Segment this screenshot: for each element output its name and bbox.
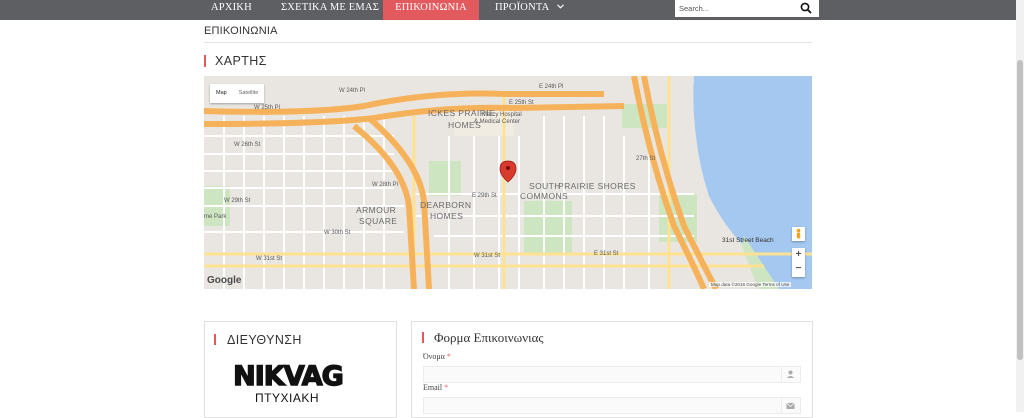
nav-item-contact[interactable]: ΕΠΙΚΟΙΝΩΝΙΑ bbox=[383, 0, 479, 20]
section-accent-bar bbox=[422, 332, 424, 343]
nav-item-home[interactable]: ΑΡΧΙΚΗ bbox=[211, 0, 252, 20]
map-label: DEARBORN bbox=[420, 200, 471, 210]
map-label: W 24th Pl bbox=[339, 88, 365, 94]
map-label: ARMOUR bbox=[356, 205, 396, 215]
map-section-title: ΧΑΡΤΗΣ bbox=[215, 54, 267, 68]
breadcrumb-divider bbox=[204, 42, 812, 43]
map-label: E 25th St bbox=[509, 100, 534, 106]
pegman-icon bbox=[796, 228, 801, 239]
map-label: W 28th Pl bbox=[372, 182, 398, 188]
nav-item-contact-label: ΕΠΙΚΟΙΝΩΝΙΑ bbox=[395, 2, 467, 13]
nav-item-products-label: ΠΡΟΪΟΝΤΑ bbox=[495, 2, 549, 13]
map-type-satellite-button[interactable]: Satellite bbox=[233, 84, 265, 103]
map-label: W 30th St bbox=[324, 230, 351, 236]
nav-item-about[interactable]: ΣΧΕΤΙΚΑ ΜΕ ΕΜΑΣ bbox=[281, 0, 379, 20]
map-label: SQUARE bbox=[359, 216, 397, 226]
zoom-out-button[interactable]: − bbox=[792, 262, 805, 276]
search-icon[interactable] bbox=[800, 2, 812, 14]
email-field-label: Email * bbox=[423, 383, 448, 392]
map-type-map-button[interactable]: Map bbox=[210, 84, 233, 103]
map-label: PRAIRIE SHORES bbox=[558, 181, 636, 191]
email-input[interactable] bbox=[424, 401, 782, 416]
map-label: E 31st St bbox=[594, 251, 619, 257]
map-label: W 31st St bbox=[256, 256, 282, 262]
user-icon bbox=[787, 370, 794, 378]
required-mark: * bbox=[446, 352, 451, 361]
zoom-controls: + − bbox=[792, 248, 805, 277]
required-mark: * bbox=[444, 383, 449, 392]
map-label: ICKES PRAIRIE bbox=[428, 108, 495, 118]
page-scrollbar-thumb[interactable] bbox=[1017, 60, 1023, 360]
map-label: W 31st St bbox=[474, 253, 500, 259]
logo-subtitle: ΠΤΥΧΙΑΚΗ bbox=[255, 391, 320, 405]
email-field bbox=[423, 397, 801, 416]
envelope-icon bbox=[786, 402, 795, 409]
park-area bbox=[429, 161, 461, 196]
top-navigation-bar: ΑΡΧΙΚΗ ΣΧΕΤΙΚΑ ΜΕ ΕΜΑΣ ΕΠΙΚΟΙΝΩΝΙΑ ΠΡΟΪΟ… bbox=[0, 0, 1016, 20]
section-accent-bar bbox=[204, 55, 206, 67]
zoom-in-button[interactable]: + bbox=[792, 248, 805, 262]
page-breadcrumb: ΕΠΙΚΟΙΝΩΝΙΑ bbox=[204, 25, 278, 37]
search-input[interactable] bbox=[679, 1, 789, 15]
street-view-button[interactable] bbox=[792, 227, 805, 241]
map-label: 31st Street Beach bbox=[722, 237, 774, 244]
map-label: W 25th Pl bbox=[254, 105, 280, 111]
name-field-addon bbox=[781, 367, 799, 382]
map-label: W 29th St bbox=[224, 198, 251, 204]
search-box bbox=[675, 0, 819, 17]
google-logo[interactable]: Google bbox=[207, 275, 241, 286]
name-field-label: Όνομα * bbox=[423, 352, 451, 361]
address-section-title: ΔΙΕΥΘΥΝΣΗ bbox=[227, 333, 302, 347]
name-input[interactable] bbox=[424, 370, 782, 385]
map-label: SOUTH bbox=[529, 181, 561, 191]
svg-text:NIKVAG: NIKVAG bbox=[233, 361, 343, 390]
chevron-down-icon bbox=[556, 4, 564, 9]
map-label: E 29th St bbox=[472, 193, 497, 199]
map-label: W 26th St bbox=[234, 142, 261, 148]
map-canvas: W 24th Pl W 25th Pl E 24th Pl E 25th St … bbox=[204, 76, 812, 289]
contact-form-title: Φορμα Επικοινωνιας bbox=[434, 330, 544, 345]
map-attribution[interactable]: Map data ©2016 Google Terms of Use bbox=[709, 282, 792, 287]
map-label: HOMES bbox=[430, 211, 463, 221]
map-label: 27th St bbox=[636, 156, 655, 162]
email-field-addon bbox=[781, 398, 799, 413]
email-label-text: Email bbox=[423, 383, 443, 392]
map-label: E 24th Pl bbox=[539, 84, 563, 90]
nikvag-logo: NIKVAG bbox=[232, 360, 344, 390]
name-field bbox=[423, 366, 801, 385]
map-label: HOMES bbox=[448, 120, 481, 130]
map-label: me Park bbox=[204, 214, 227, 220]
google-map[interactable]: W 24th Pl W 25th Pl E 24th Pl E 25th St … bbox=[204, 76, 812, 289]
map-label: COMMONS bbox=[520, 191, 568, 201]
map-type-toggle: Map Satellite bbox=[210, 84, 265, 103]
section-accent-bar bbox=[214, 334, 216, 345]
nav-item-products[interactable]: ΠΡΟΪΟΝΤΑ bbox=[495, 0, 564, 20]
name-label-text: Όνομα bbox=[423, 352, 445, 361]
